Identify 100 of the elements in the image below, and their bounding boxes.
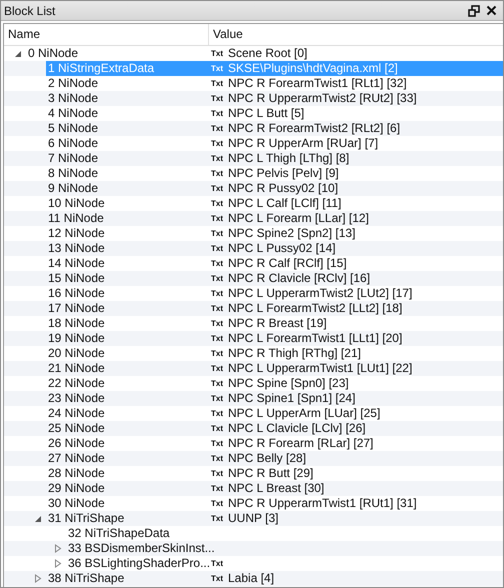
text-type-icon: Txt bbox=[211, 286, 223, 301]
text-type-icon: Txt bbox=[211, 196, 223, 211]
value-text: NPC R Breast [19] bbox=[228, 316, 327, 331]
tree-item[interactable]: 29 NiNode bbox=[46, 481, 209, 496]
tree-item[interactable]: 8 NiNode bbox=[46, 166, 209, 181]
text-type-icon: Txt bbox=[211, 316, 223, 331]
value-text: NPC L Forearm [LLar] [12] bbox=[228, 211, 369, 226]
text-type-icon: Txt bbox=[211, 241, 223, 256]
value-text: NPC L Calf [LClf] [11] bbox=[228, 196, 342, 211]
value-text: NPC R Thigh [RThg] [21] bbox=[228, 346, 361, 361]
tree-item[interactable]: 25 NiNode bbox=[46, 421, 209, 436]
tree-item[interactable]: 22 NiNode bbox=[46, 376, 209, 391]
value-text: NPC L UpperArm [LUar] [25] bbox=[228, 406, 380, 421]
value-text: NPC L Clavicle [LClv] [26] bbox=[228, 421, 366, 436]
text-type-icon: Txt bbox=[211, 61, 223, 76]
text-type-icon: Txt bbox=[211, 466, 223, 481]
value-text: NPC L Thigh [LThg] [8] bbox=[228, 151, 350, 166]
text-type-icon: Txt bbox=[211, 406, 223, 421]
text-type-icon: Txt bbox=[211, 511, 223, 526]
tree-item[interactable]: 26 NiNode bbox=[46, 436, 209, 451]
value-text: NPC L ForearmTwist1 [LLt1] [20] bbox=[228, 331, 402, 346]
text-type-icon: Txt bbox=[211, 136, 223, 151]
value-text: Scene Root [0] bbox=[228, 46, 308, 61]
tree-item[interactable]: 17 NiNode bbox=[46, 301, 209, 316]
text-type-icon: Txt bbox=[211, 346, 223, 361]
value-text: NPC Belly [28] bbox=[228, 451, 306, 466]
text-type-icon: Txt bbox=[211, 46, 223, 61]
value-text: NPC R Clavicle [RClv] [16] bbox=[228, 271, 370, 286]
collapsed-arrow-icon[interactable] bbox=[54, 544, 62, 553]
collapsed-arrow-icon[interactable] bbox=[34, 574, 42, 583]
value-text: NPC L Butt [5] bbox=[228, 106, 304, 121]
panel-title: Block List bbox=[4, 4, 56, 18]
tree-item[interactable]: 13 NiNode bbox=[46, 241, 209, 256]
tree-item[interactable]: 5 NiNode bbox=[46, 121, 209, 136]
tree-item[interactable]: 23 NiNode bbox=[46, 391, 209, 406]
tree-item[interactable]: 18 NiNode bbox=[46, 316, 209, 331]
tree-item[interactable]: 11 NiNode bbox=[46, 211, 209, 226]
text-type-icon: Txt bbox=[211, 556, 223, 571]
text-type-icon: Txt bbox=[211, 226, 223, 241]
tree-item[interactable]: 28 NiNode bbox=[46, 466, 209, 481]
tree-item[interactable]: 19 NiNode bbox=[46, 331, 209, 346]
tree-item[interactable]: 7 NiNode bbox=[46, 151, 209, 166]
tree-item[interactable]: 36 BSLightingShaderPro... bbox=[66, 556, 210, 571]
tree-item[interactable]: 21 NiNode bbox=[46, 361, 209, 376]
value-text: NPC Pelvis [Pelv] [9] bbox=[228, 166, 339, 181]
text-type-icon: Txt bbox=[211, 436, 223, 451]
value-text: NPC Spine1 [Spn1] [24] bbox=[228, 391, 356, 406]
text-type-icon: Txt bbox=[211, 496, 223, 511]
value-text: NPC Spine2 [Spn2] [13] bbox=[228, 226, 356, 241]
close-icon[interactable] bbox=[486, 5, 497, 16]
tree-item[interactable]: 32 NiTriShapeData bbox=[66, 526, 209, 541]
tree-item[interactable]: 0 NiNode bbox=[26, 46, 209, 61]
value-text: NPC R UpperarmTwist1 [RUt1] [31] bbox=[228, 496, 417, 511]
value-text: NPC L Breast [30] bbox=[228, 481, 324, 496]
text-type-icon: Txt bbox=[211, 421, 223, 436]
text-type-icon: Txt bbox=[211, 361, 223, 376]
tree-item[interactable]: 2 NiNode bbox=[46, 76, 209, 91]
value-text: NPC R UpperarmTwist2 [RUt2] [33] bbox=[228, 91, 417, 106]
text-type-icon: Txt bbox=[211, 121, 223, 136]
tree-item[interactable]: 9 NiNode bbox=[46, 181, 209, 196]
value-text: NPC R Calf [RClf] [15] bbox=[228, 256, 347, 271]
tree-item[interactable]: 6 NiNode bbox=[46, 136, 209, 151]
value-text: NPC L UpperarmTwist2 [LUt2] [17] bbox=[228, 286, 412, 301]
value-text: NPC R ForearmTwist2 [RLt2] [6] bbox=[228, 121, 400, 136]
tree-item[interactable]: 12 NiNode bbox=[46, 226, 209, 241]
value-text: NPC L Pussy02 [14] bbox=[228, 241, 336, 256]
text-type-icon: Txt bbox=[211, 571, 223, 586]
tree-item[interactable]: 24 NiNode bbox=[46, 406, 209, 421]
text-type-icon: Txt bbox=[211, 331, 223, 346]
expanded-arrow-icon[interactable] bbox=[34, 514, 42, 522]
expanded-arrow-icon[interactable] bbox=[14, 50, 22, 58]
tree-item[interactable]: 15 NiNode bbox=[46, 271, 209, 286]
tree-item[interactable]: 20 NiNode bbox=[46, 346, 209, 361]
text-type-icon: Txt bbox=[211, 106, 223, 121]
text-type-icon: Txt bbox=[211, 181, 223, 196]
text-type-icon: Txt bbox=[211, 376, 223, 391]
value-text: UUNP [3] bbox=[228, 511, 278, 526]
tree-item[interactable]: 30 NiNode bbox=[46, 496, 209, 511]
value-text: NPC R Forearm [RLar] [27] bbox=[228, 436, 374, 451]
text-type-icon: Txt bbox=[211, 271, 223, 286]
value-text: NPC Spine [Spn0] [23] bbox=[228, 376, 349, 391]
value-text: NPC L ForearmTwist2 [LLt2] [18] bbox=[228, 301, 402, 316]
text-type-icon: Txt bbox=[211, 301, 223, 316]
tree-item[interactable]: 38 NiTriShape bbox=[46, 571, 209, 586]
text-type-icon: Txt bbox=[211, 151, 223, 166]
tree-item[interactable]: 16 NiNode bbox=[46, 286, 209, 301]
tree-item[interactable]: 14 NiNode bbox=[46, 256, 209, 271]
value-text: SKSE\Plugins\hdtVagina.xml [2] bbox=[228, 61, 398, 76]
text-type-icon: Txt bbox=[211, 256, 223, 271]
value-text: NPC R UpperArm [RUar] [7] bbox=[228, 136, 378, 151]
tree-item[interactable]: 4 NiNode bbox=[46, 106, 209, 121]
value-text: NPC R Pussy02 [10] bbox=[228, 181, 338, 196]
tree-item[interactable]: 31 NiTriShape bbox=[46, 511, 209, 526]
tree-item[interactable]: 27 NiNode bbox=[46, 451, 209, 466]
tree-item[interactable]: 10 NiNode bbox=[46, 196, 209, 211]
value-text: NPC R ForearmTwist1 [RLt1] [32] bbox=[228, 76, 407, 91]
collapsed-arrow-icon[interactable] bbox=[54, 559, 62, 568]
float-icon[interactable] bbox=[468, 4, 480, 16]
text-type-icon: Txt bbox=[211, 391, 223, 406]
tree-item[interactable]: 3 NiNode bbox=[46, 91, 209, 106]
